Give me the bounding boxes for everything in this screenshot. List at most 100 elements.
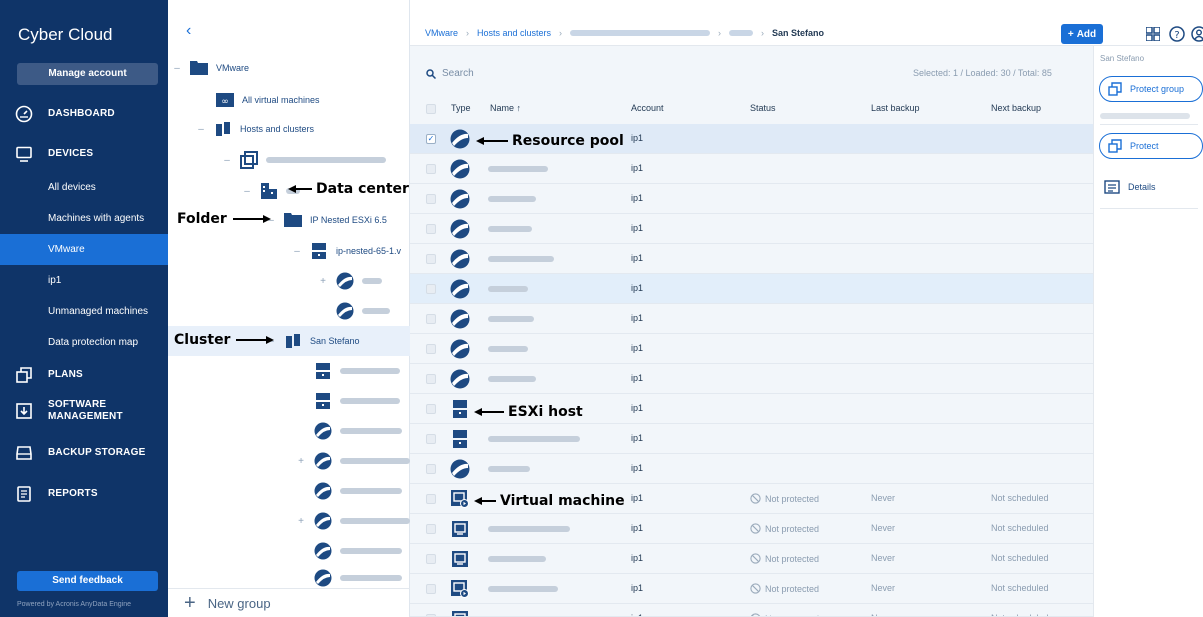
collapse-icon[interactable]: – bbox=[292, 246, 302, 257]
table-row[interactable]: ip1 Not protected Never Not scheduled bbox=[410, 514, 1093, 544]
nav-unmanaged-machines[interactable]: Unmanaged machines bbox=[0, 296, 168, 327]
col-type[interactable]: Type bbox=[451, 103, 471, 113]
protect-button[interactable]: Protect bbox=[1099, 133, 1203, 159]
row-name-blurred[interactable] bbox=[488, 316, 534, 322]
tree-node-host-b[interactable] bbox=[314, 386, 400, 416]
row-checkbox[interactable] bbox=[426, 464, 436, 474]
user-icon[interactable] bbox=[1190, 25, 1203, 43]
row-name-blurred[interactable] bbox=[488, 586, 558, 592]
nav-vmware[interactable]: VMware bbox=[0, 234, 168, 265]
table-row[interactable]: ip1 bbox=[410, 184, 1093, 214]
table-row[interactable]: ip1 bbox=[410, 274, 1093, 304]
row-name-blurred[interactable] bbox=[488, 166, 548, 172]
row-name-blurred[interactable] bbox=[488, 376, 536, 382]
expand-icon[interactable]: + bbox=[296, 456, 306, 467]
select-all-checkbox[interactable] bbox=[426, 104, 436, 114]
table-row[interactable]: ip1 bbox=[410, 154, 1093, 184]
row-checkbox[interactable] bbox=[426, 494, 436, 504]
row-checkbox[interactable] bbox=[426, 584, 436, 594]
tree-node-vcenter[interactable]: – bbox=[222, 145, 386, 175]
tree-node-pool-4[interactable]: + bbox=[296, 446, 410, 476]
nav-plans[interactable]: PLANS bbox=[0, 358, 168, 392]
row-checkbox[interactable] bbox=[426, 314, 436, 324]
table-row[interactable]: ip1 bbox=[410, 334, 1093, 364]
breadcrumb-blurred-vcenter[interactable] bbox=[570, 30, 711, 36]
tree-node-host-a[interactable] bbox=[314, 356, 400, 386]
row-name-blurred[interactable] bbox=[488, 436, 580, 442]
nav-dashboard[interactable]: DASHBOARD bbox=[0, 97, 168, 131]
protect-group-button[interactable]: Protect group bbox=[1099, 76, 1203, 102]
table-row[interactable]: ip1 bbox=[410, 454, 1093, 484]
row-checkbox[interactable] bbox=[426, 434, 436, 444]
nav-devices[interactable]: DEVICES bbox=[0, 137, 168, 171]
row-checkbox[interactable]: ✓ bbox=[426, 134, 436, 144]
table-row[interactable]: ip1 Not protected Never Not scheduled bbox=[410, 574, 1093, 604]
row-name-blurred[interactable] bbox=[488, 196, 536, 202]
row-checkbox[interactable] bbox=[426, 374, 436, 384]
table-row[interactable]: ip1 bbox=[410, 214, 1093, 244]
table-row[interactable]: ip1 Not protected Never Not scheduled bbox=[410, 544, 1093, 574]
grid-icon[interactable] bbox=[1144, 25, 1162, 43]
nav-backup-storage[interactable]: BACKUP STORAGE bbox=[0, 436, 168, 470]
tree-node-pool-5[interactable] bbox=[314, 476, 402, 506]
breadcrumb-vmware[interactable]: VMware bbox=[425, 28, 458, 38]
row-name-blurred[interactable] bbox=[488, 256, 554, 262]
row-name-blurred[interactable] bbox=[488, 346, 528, 352]
send-feedback-button[interactable]: Send feedback bbox=[17, 571, 158, 591]
breadcrumb-blurred-datacenter[interactable] bbox=[729, 30, 754, 36]
row-checkbox[interactable] bbox=[426, 524, 436, 534]
nav-software-management[interactable]: SOFTWARE MANAGEMENT bbox=[0, 394, 168, 428]
nav-machines-with-agents[interactable]: Machines with agents bbox=[0, 203, 168, 234]
tree-node-pool-6[interactable]: + bbox=[296, 506, 410, 536]
details-button[interactable]: Details bbox=[1104, 180, 1156, 194]
expand-icon[interactable]: + bbox=[318, 276, 328, 287]
row-name-blurred[interactable] bbox=[488, 466, 530, 472]
nav-all-devices[interactable]: All devices bbox=[0, 172, 168, 203]
new-group-button[interactable]: + New group bbox=[168, 588, 410, 617]
tree-node-pool-1[interactable]: + bbox=[318, 266, 382, 296]
col-status[interactable]: Status bbox=[750, 103, 776, 113]
table-row[interactable]: ip1 bbox=[410, 304, 1093, 334]
nav-reports[interactable]: REPORTS bbox=[0, 477, 168, 511]
tree-node-nested-folder[interactable]: – IP Nested ESXi 6.5 bbox=[266, 205, 387, 235]
row-name-blurred[interactable] bbox=[488, 556, 546, 562]
col-name[interactable]: Name ↑ bbox=[490, 103, 521, 113]
tree-node-pool-7[interactable] bbox=[314, 536, 402, 566]
collapse-icon[interactable]: – bbox=[242, 186, 252, 197]
back-chevron-icon[interactable]: ‹ bbox=[186, 22, 191, 40]
search-input[interactable]: Search bbox=[426, 68, 474, 79]
row-checkbox[interactable] bbox=[426, 254, 436, 264]
table-row[interactable]: ip1 bbox=[410, 244, 1093, 274]
row-name-blurred[interactable] bbox=[488, 286, 528, 292]
breadcrumb-hosts-clusters[interactable]: Hosts and clusters bbox=[477, 28, 551, 38]
col-next-backup[interactable]: Next backup bbox=[991, 103, 1041, 113]
tree-node-nested-host[interactable]: – ip-nested-65-1.v bbox=[292, 236, 401, 266]
collapse-icon[interactable]: – bbox=[222, 155, 232, 166]
tree-node-vmware[interactable]: – VMware bbox=[172, 53, 249, 83]
col-account[interactable]: Account bbox=[631, 103, 664, 113]
table-row[interactable]: ip1 Not protected Never Not scheduled bbox=[410, 604, 1093, 617]
nav-ip1[interactable]: ip1 bbox=[0, 265, 168, 296]
manage-account-button[interactable]: Manage account bbox=[17, 63, 158, 85]
expand-icon[interactable]: + bbox=[296, 516, 306, 527]
tree-node-cluster[interactable]: – San Stefano bbox=[266, 326, 360, 356]
row-checkbox[interactable] bbox=[426, 164, 436, 174]
collapse-icon[interactable]: – bbox=[172, 63, 182, 74]
row-name-blurred[interactable] bbox=[488, 226, 532, 232]
collapse-icon[interactable]: – bbox=[196, 124, 206, 135]
row-checkbox[interactable] bbox=[426, 284, 436, 294]
tree-node-pool-3[interactable] bbox=[314, 416, 402, 446]
tree-node-all-vms[interactable]: ∞ All virtual machines bbox=[216, 85, 320, 115]
row-checkbox[interactable] bbox=[426, 404, 436, 414]
col-last-backup[interactable]: Last backup bbox=[871, 103, 920, 113]
table-row[interactable]: ip1 bbox=[410, 364, 1093, 394]
row-checkbox[interactable] bbox=[426, 224, 436, 234]
row-checkbox[interactable] bbox=[426, 194, 436, 204]
help-icon[interactable]: ? bbox=[1168, 25, 1186, 43]
table-row[interactable]: ip1 bbox=[410, 424, 1093, 454]
nav-data-protection-map[interactable]: Data protection map bbox=[0, 327, 168, 358]
row-checkbox[interactable] bbox=[426, 344, 436, 354]
tree-node-hosts-clusters[interactable]: – Hosts and clusters bbox=[196, 114, 314, 144]
tree-node-pool-2[interactable] bbox=[336, 296, 390, 326]
row-checkbox[interactable] bbox=[426, 554, 436, 564]
